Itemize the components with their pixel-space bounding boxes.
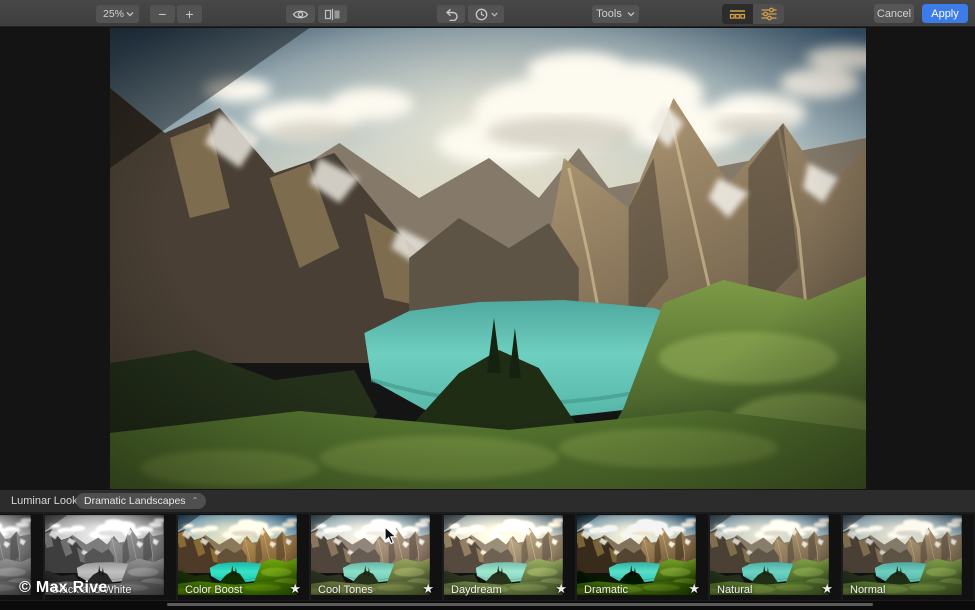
- look-thumbnail[interactable]: Cool Tones ★: [311, 514, 442, 600]
- looks-bar: Luminar Looks: Dramatic Landscapes ⌃: [0, 490, 975, 512]
- history-clock-icon: [475, 8, 488, 21]
- look-label: Natural: [717, 584, 752, 596]
- category-chevron-up-icon: ⌃: [192, 497, 199, 505]
- minus-icon: −: [158, 6, 166, 22]
- mouse-cursor: [384, 526, 397, 545]
- adjustments-panel-toggle[interactable]: [753, 4, 784, 24]
- looks-panel-icon: [728, 8, 747, 21]
- look-thumbnail[interactable]: Natural ★: [710, 514, 841, 600]
- look-thumbnail[interactable]: Dramatic ★: [577, 514, 708, 600]
- zoom-chevron-down-icon: [126, 11, 134, 17]
- looks-category-value: Dramatic Landscapes: [84, 495, 186, 507]
- photo-canvas[interactable]: [110, 28, 866, 489]
- looks-category-dropdown[interactable]: Dramatic Landscapes ⌃: [76, 493, 206, 509]
- look-label: Cool Tones: [318, 584, 373, 596]
- look-thumbnail[interactable]: Color Boost ★: [178, 514, 309, 600]
- look-label: Daydream: [451, 584, 502, 596]
- look-thumbnail[interactable]: Normal: [843, 514, 974, 600]
- looks-bar-label: Luminar Looks:: [11, 490, 86, 512]
- zoom-out-button[interactable]: −: [150, 5, 175, 23]
- star-icon[interactable]: ★: [289, 581, 301, 597]
- undo-icon: [443, 8, 459, 21]
- apply-label: Apply: [931, 8, 959, 20]
- photo-canvas-area: [0, 27, 975, 490]
- looks-filmstrip[interactable]: Black and White Color Boost ★ Cool Tones…: [0, 512, 975, 601]
- look-thumbnail[interactable]: Daydream ★: [444, 514, 575, 600]
- star-icon[interactable]: ★: [821, 581, 833, 597]
- zoom-in-button[interactable]: +: [177, 5, 202, 23]
- look-label: Dramatic: [584, 584, 628, 596]
- preview-toggle-button[interactable]: [286, 5, 315, 23]
- plus-icon: +: [185, 6, 193, 22]
- history-chevron-down-icon: [491, 12, 498, 17]
- history-button[interactable]: [468, 5, 504, 23]
- compare-icon: [324, 8, 341, 21]
- zoom-level-select[interactable]: 25%: [96, 5, 139, 23]
- top-toolbar: 25% − +: [0, 0, 975, 27]
- star-icon[interactable]: ★: [688, 581, 700, 597]
- tools-label: Tools: [596, 8, 622, 20]
- photographer-watermark: © Max Rive: [19, 579, 108, 597]
- undo-button[interactable]: [437, 5, 465, 23]
- look-label: Normal: [850, 584, 885, 596]
- apply-button[interactable]: Apply: [922, 4, 968, 23]
- star-icon[interactable]: ★: [555, 581, 567, 597]
- tools-dropdown-button[interactable]: Tools: [592, 5, 639, 23]
- eye-icon: [292, 8, 309, 21]
- filmstrip-scroll-track: [0, 601, 975, 610]
- looks-panel-toggle[interactable]: [722, 4, 753, 24]
- zoom-level-value: 25%: [103, 8, 124, 20]
- filmstrip-scrollbar[interactable]: [167, 603, 873, 606]
- cancel-label: Cancel: [877, 8, 911, 20]
- luminar-window: 25% − +: [0, 0, 975, 610]
- tools-chevron-down-icon: [627, 11, 635, 17]
- cancel-button[interactable]: Cancel: [874, 4, 914, 23]
- adjustments-icon: [760, 7, 778, 21]
- star-icon[interactable]: ★: [422, 581, 434, 597]
- compare-before-after-button[interactable]: [318, 5, 347, 23]
- look-label: Color Boost: [185, 584, 242, 596]
